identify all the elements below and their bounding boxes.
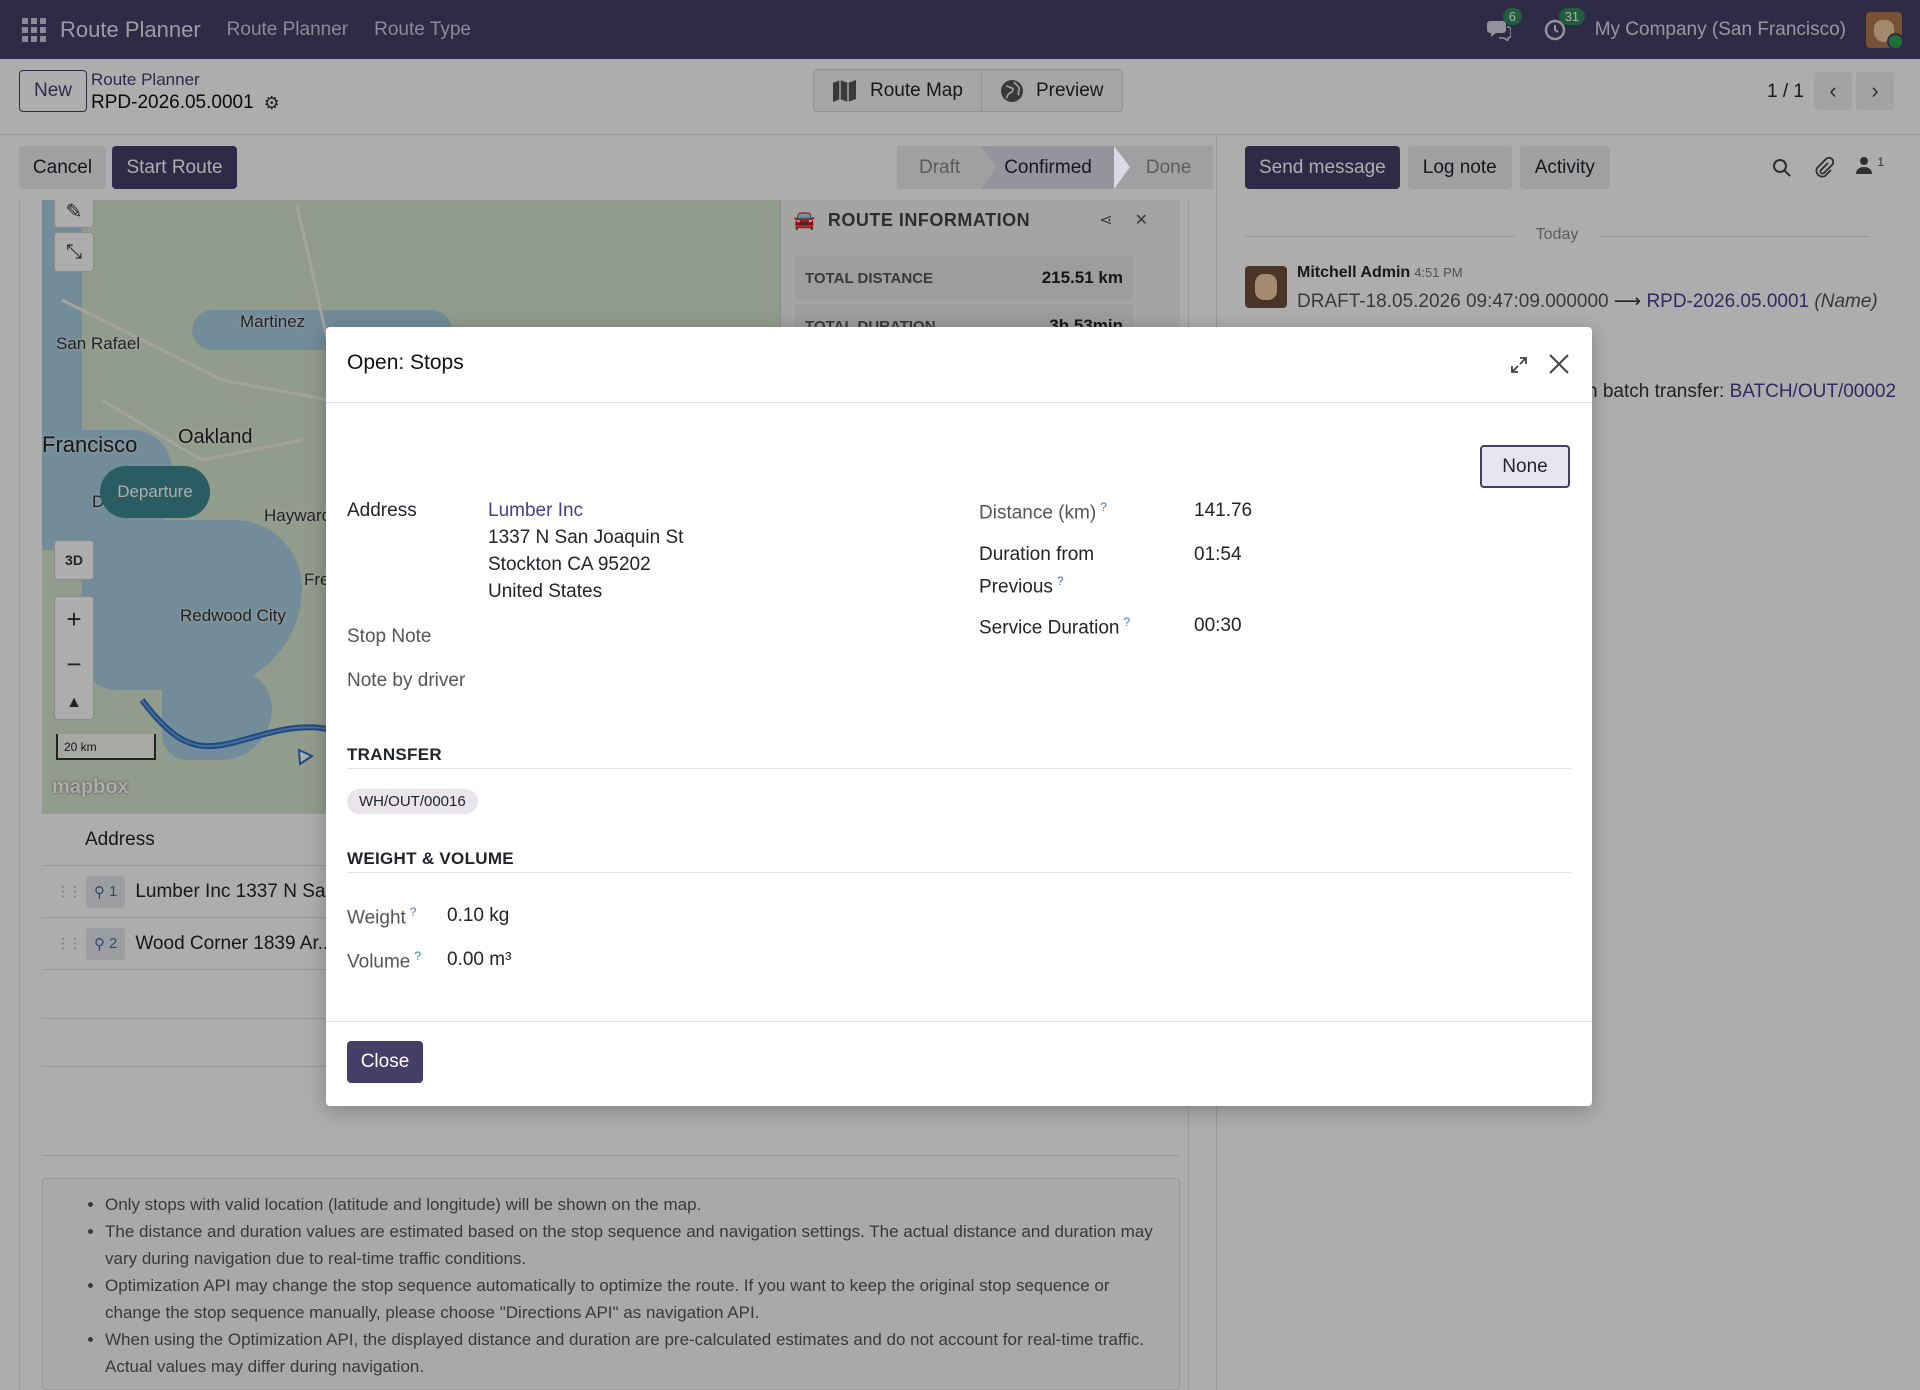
stop-note-label: Stop Note — [347, 626, 432, 647]
dialog-title: Open: Stops — [347, 351, 464, 374]
partner-link[interactable]: Lumber Inc — [488, 497, 683, 524]
section-divider — [347, 872, 1571, 873]
note-by-driver-label: Note by driver — [347, 670, 466, 691]
service-duration-label: Service Duration? — [979, 615, 1131, 639]
stop-dialog: Open: Stops None Address Lumber Inc 1337… — [326, 327, 1592, 1106]
weight-value: 0.10 kg — [447, 905, 510, 926]
address-label: Address — [347, 500, 417, 521]
help-icon[interactable]: ? — [1100, 500, 1107, 514]
weight-label: Weight? — [347, 905, 417, 929]
duration-previous-label: Duration from Previous? — [979, 544, 1095, 598]
weight-volume-section-title: WEIGHT & VOLUME — [347, 849, 514, 868]
duration-previous-value: 01:54 — [1194, 544, 1242, 565]
transfer-tag[interactable]: WH/OUT/00016 — [347, 789, 478, 814]
address-country: United States — [488, 581, 603, 602]
close-button[interactable]: Close — [347, 1041, 423, 1083]
volume-label: Volume? — [347, 949, 422, 973]
section-divider — [347, 768, 1571, 769]
help-icon[interactable]: ? — [414, 949, 421, 963]
distance-value: 141.76 — [1194, 500, 1253, 521]
dialog-footer: Close — [326, 1021, 1592, 1106]
close-icon[interactable] — [1542, 347, 1576, 381]
distance-label: Distance (km)? — [979, 500, 1107, 524]
stop-status-button[interactable]: None — [1480, 445, 1570, 488]
address-value: Lumber Inc 1337 N San Joaquin St Stockto… — [488, 497, 683, 605]
help-icon[interactable]: ? — [1057, 574, 1064, 588]
dialog-header: Open: Stops — [326, 327, 1592, 403]
service-duration-value: 00:30 — [1194, 615, 1242, 636]
volume-value: 0.00 m³ — [447, 949, 512, 970]
address-city: Stockton CA 95202 — [488, 554, 651, 575]
expand-icon[interactable] — [1504, 350, 1534, 380]
help-icon[interactable]: ? — [1123, 615, 1130, 629]
transfer-section-title: TRANSFER — [347, 745, 442, 764]
address-street: 1337 N San Joaquin St — [488, 527, 684, 548]
help-icon[interactable]: ? — [410, 905, 417, 919]
